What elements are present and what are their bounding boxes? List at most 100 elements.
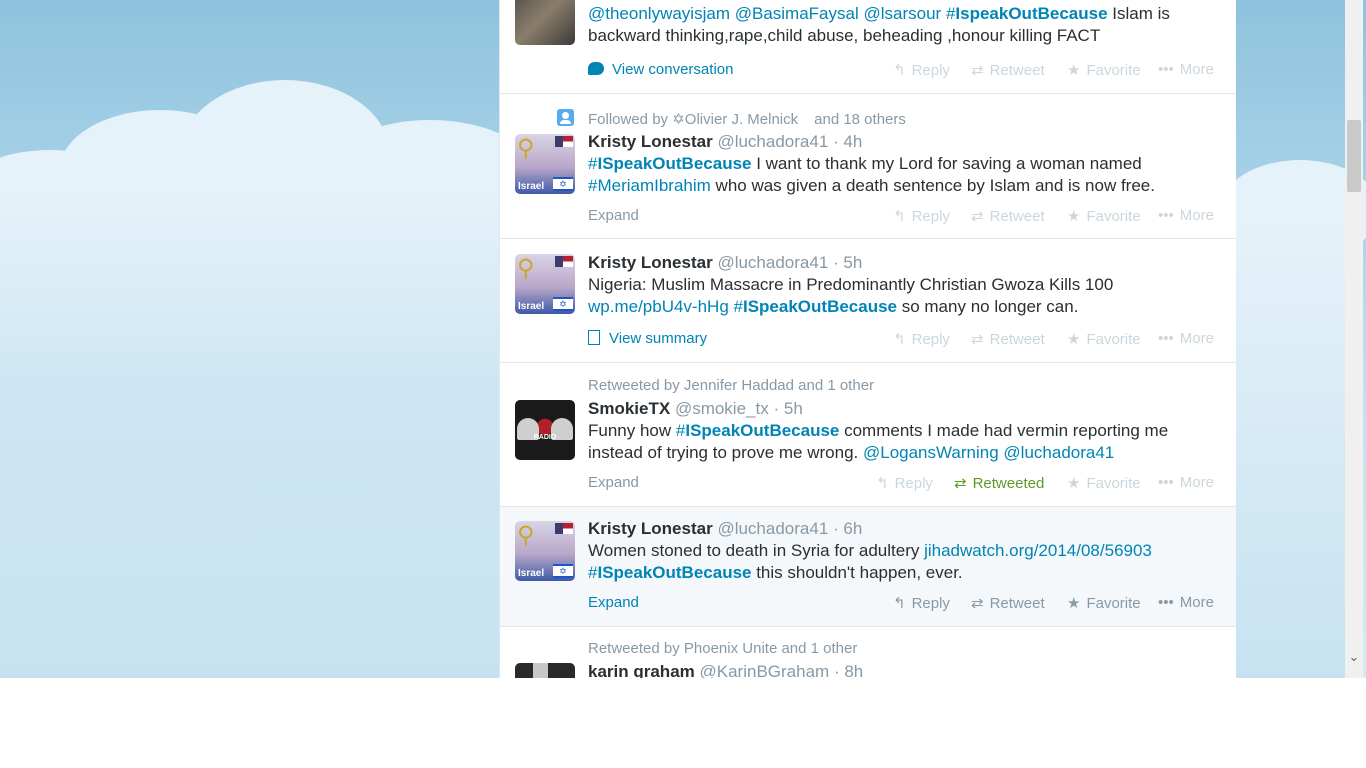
text-link[interactable]: wp.me/pbU4v-hHg: [588, 297, 729, 316]
user-handle[interactable]: @luchadora41: [717, 253, 828, 272]
hashtag-link[interactable]: #: [734, 297, 743, 316]
tweet-text-segment: Women stoned to death in Syria for adult…: [588, 541, 925, 560]
user-name[interactable]: Kristy Lonestar: [588, 253, 713, 272]
retweet-button[interactable]: ⇄ Retweet: [971, 330, 1045, 348]
expand-link[interactable]: Expand: [588, 594, 639, 611]
ellipsis-icon: •••: [1158, 474, 1174, 491]
reply-button[interactable]: ↰ Reply: [893, 330, 950, 348]
tweet[interactable]: Retweeted by Phoenix Unite and 1 other k…: [500, 627, 1236, 678]
tweet-text: Funny how #ISpeakOutBecause comments I m…: [588, 420, 1208, 464]
us-flag-icon: [555, 523, 573, 534]
favorite-button[interactable]: ★ Favorite: [1067, 474, 1141, 492]
hashtag-link[interactable]: #: [946, 4, 955, 23]
retweet-button[interactable]: ⇄ Retweet: [971, 61, 1045, 79]
scrollbar-thumb[interactable]: [1347, 120, 1361, 192]
user-name[interactable]: SmokieTX: [588, 399, 670, 418]
separator-dot: ·: [833, 662, 840, 678]
star-icon: ★: [1067, 331, 1081, 348]
hashtag-link[interactable]: #: [676, 421, 685, 440]
user-handle[interactable]: @KarinBGraham: [700, 662, 830, 678]
more-button[interactable]: ••• More: [1158, 61, 1214, 78]
text-link[interactable]: @LogansWarning: [863, 443, 999, 462]
cloud-decoration: [0, 190, 520, 678]
tweet-time[interactable]: 5h: [843, 253, 862, 272]
star-icon: ★: [1067, 208, 1081, 225]
tweet-actions: ↰ Reply ⇄ Retweet ★ Favorite ••• More: [893, 61, 1233, 81]
reply-button[interactable]: ↰ Reply: [876, 474, 933, 492]
favorite-button[interactable]: ★ Favorite: [1067, 207, 1141, 225]
retweet-button[interactable]: ⇄ Retweet: [971, 594, 1045, 612]
tweet-header: Kristy Lonestar @luchadora41 · 5h: [588, 253, 862, 273]
text-link[interactable]: @luchadora41: [1003, 443, 1114, 462]
user-handle[interactable]: @luchadora41: [717, 519, 828, 538]
expand-link[interactable]: Expand: [588, 207, 639, 224]
reply-button[interactable]: ↰ Reply: [893, 61, 950, 79]
star-icon: ★: [1067, 475, 1081, 492]
more-button[interactable]: ••• More: [1158, 594, 1214, 611]
hashtag-link[interactable]: ISpeakOutBecause: [685, 421, 839, 440]
hashtag-link[interactable]: ISpeakOutBecause: [597, 154, 751, 173]
person-icon: [557, 109, 574, 126]
chevron-down-icon[interactable]: ⌄: [1345, 648, 1363, 666]
ellipsis-icon: •••: [1158, 330, 1174, 347]
retweet-icon: ⇄: [971, 595, 984, 612]
favorite-button[interactable]: ★ Favorite: [1067, 594, 1141, 612]
tweet-time[interactable]: 6h: [843, 519, 862, 538]
favorite-button[interactable]: ★ Favorite: [1067, 61, 1141, 79]
text-link[interactable]: jihadwatch.org/2014/08/56903: [924, 541, 1152, 560]
tweet-timeline: @theonlywayisjam @BasimaFaysal @lsarsour…: [499, 0, 1236, 678]
reply-button[interactable]: ↰ Reply: [893, 207, 950, 225]
tweet-actions: ↰ Reply ⇄ Retweet ★ Favorite ••• More: [893, 330, 1233, 350]
view-conversation-link[interactable]: View conversation: [588, 61, 733, 78]
avatar[interactable]: ⚲ Israel ✡: [515, 134, 575, 194]
text-link[interactable]: @BasimaFaysal: [735, 4, 859, 23]
vertical-scrollbar[interactable]: ⌄: [1345, 0, 1363, 678]
view-summary-link[interactable]: View summary: [588, 330, 707, 347]
more-button[interactable]: ••• More: [1158, 207, 1214, 224]
favorite-button[interactable]: ★ Favorite: [1067, 330, 1141, 348]
retweeted-button[interactable]: ⇄ Retweeted: [954, 474, 1044, 492]
tweet-time[interactable]: 4h: [843, 132, 862, 151]
avatar[interactable]: ⚲ Israel ✡: [515, 254, 575, 314]
tweet[interactable]: ⚲ Israel ✡ Kristy Lonestar @luchadora41 ·…: [500, 507, 1236, 627]
star-icon: ★: [1067, 595, 1081, 612]
avatar[interactable]: RADIO: [515, 400, 575, 460]
tweet-actions: ↰ Reply ⇄ Retweet ★ Favorite ••• More: [893, 594, 1233, 614]
user-handle[interactable]: @smokie_tx: [675, 399, 769, 418]
expand-link[interactable]: Expand: [588, 474, 639, 491]
tweet-header: SmokieTX @smokie_tx · 5h: [588, 399, 803, 419]
cloud-decoration: [1236, 210, 1346, 678]
user-handle[interactable]: @luchadora41: [717, 132, 828, 151]
separator-dot: ·: [773, 399, 780, 418]
context-user-link[interactable]: ✡Olivier J. Melnick: [672, 111, 798, 128]
ribbon-icon: ⚲: [517, 255, 535, 282]
tweet[interactable]: Retweeted by Jennifer Haddad and 1 other…: [500, 363, 1236, 507]
text-link[interactable]: @theonlywayisjam: [588, 4, 730, 23]
tweet-actions: ↰ Reply ⇄ Retweet ★ Favorite ••• More: [893, 207, 1233, 227]
hashtag-link[interactable]: ISpeakOutBecause: [597, 563, 751, 582]
tweet-time[interactable]: 5h: [784, 399, 803, 418]
retweet-icon: ⇄: [954, 475, 967, 492]
text-link[interactable]: @lsarsour: [863, 4, 941, 23]
avatar[interactable]: [515, 0, 575, 45]
avatar[interactable]: [515, 663, 575, 678]
hashtag-link[interactable]: ISpeakOutBecause: [743, 297, 897, 316]
avatar[interactable]: ⚲ Israel ✡: [515, 521, 575, 581]
tweet[interactable]: Followed by ✡Olivier J. Melnick and 18 ot…: [500, 94, 1236, 239]
hashtag-link[interactable]: #MeriamIbrahim: [588, 176, 711, 195]
tweet[interactable]: ⚲ Israel ✡ Kristy Lonestar @luchadora41 ·…: [500, 239, 1236, 363]
retweet-button[interactable]: ⇄ Retweet: [971, 207, 1045, 225]
more-button[interactable]: ••• More: [1158, 330, 1214, 347]
user-name[interactable]: Kristy Lonestar: [588, 132, 713, 151]
separator-dot: ·: [833, 519, 839, 538]
tweet-header: Kristy Lonestar @luchadora41 · 4h: [588, 132, 862, 152]
ellipsis-icon: •••: [1158, 207, 1174, 224]
reply-button[interactable]: ↰ Reply: [893, 594, 950, 612]
more-button[interactable]: ••• More: [1158, 474, 1214, 491]
tweet[interactable]: @theonlywayisjam @BasimaFaysal @lsarsour…: [500, 0, 1236, 94]
hashtag-link[interactable]: IspeakOutBecause: [955, 4, 1107, 23]
user-name[interactable]: Kristy Lonestar: [588, 519, 713, 538]
tweet-text-segment: I want to thank my Lord for saving a wom…: [751, 154, 1142, 173]
tweet-time[interactable]: 8h: [844, 662, 863, 678]
user-name[interactable]: karin graham: [588, 662, 695, 678]
